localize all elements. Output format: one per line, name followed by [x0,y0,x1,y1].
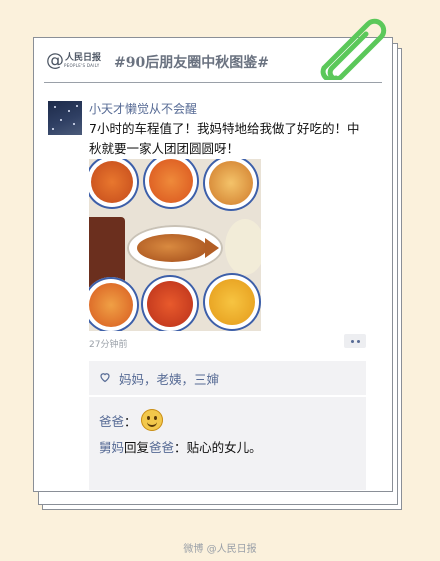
comment-author[interactable]: 舅妈 [99,440,124,455]
fish-dish-icon [127,225,223,271]
comment-separator: ： [124,413,137,429]
post-time: 27分钟前 [89,340,128,350]
plate-icon [89,159,139,209]
more-options-button[interactable] [344,334,366,348]
plate-icon [143,159,199,209]
reply-word: 回复 [124,440,150,455]
likes-names[interactable]: 妈妈，老姨，三婶 [119,369,219,388]
weibo-watermark: 微博 @人民日报 [183,544,257,555]
heart-icon [100,373,110,383]
comment-item[interactable]: 爸爸： [99,409,163,431]
people-daily-logo: @ 人民日报 PEOPLE'S DAILY [46,52,101,70]
reply-target[interactable]: 爸爸 [149,440,174,455]
post-content: 7小时的车程值了！我妈特地给我做了好吃的！中秋就要一家人团团圆圆呀！ [89,121,360,156]
hashtag-title: #90后朋友圈中秋图鉴# [114,55,269,71]
plate-icon [141,275,199,331]
tofu-dish-icon [225,219,261,275]
logo-at-mark: @ [46,50,64,71]
likes-panel: 妈妈，老姨，三婶 [89,361,366,395]
comments-panel: 爸爸： 舅妈回复爸爸：贴心的女儿。 [89,397,366,490]
plate-icon [203,273,261,331]
food-photo[interactable] [89,159,261,331]
post-username[interactable]: 小天才懒觉从不会醒 [89,100,197,117]
plate-icon [89,277,139,331]
logo-subtext: PEOPLE'S DAILY [64,63,100,68]
comment-text: 贴心的女儿。 [186,440,262,455]
logo-text: 人民日报 [65,53,102,63]
comment-separator: ： [174,440,187,455]
header-divider [44,82,382,83]
comment-author[interactable]: 爸爸 [99,411,124,430]
paperclip-icon [320,18,387,80]
moments-card: @ 人民日报 PEOPLE'S DAILY #90后朋友圈中秋图鉴# 小天才懒觉… [33,37,393,492]
smile-emoji-icon [140,409,163,431]
plate-icon [203,159,259,211]
avatar[interactable] [48,101,82,135]
comment-item[interactable]: 舅妈回复爸爸：贴心的女儿。 [99,437,262,456]
